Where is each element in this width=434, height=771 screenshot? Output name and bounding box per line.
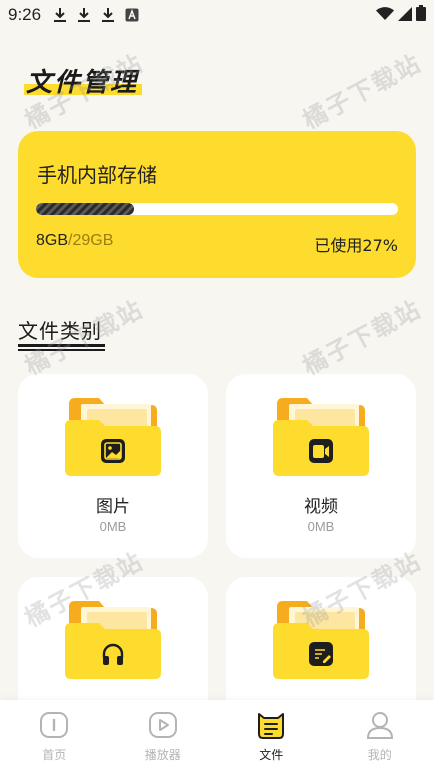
nav-item-player[interactable]: 播放器	[109, 700, 218, 771]
folder-icon	[273, 398, 369, 476]
heading-underline	[18, 349, 105, 351]
category-name: 视频	[304, 497, 338, 517]
download-icon	[53, 7, 67, 23]
storage-progress-fill	[36, 203, 134, 215]
download-icon	[77, 7, 91, 23]
status-time: 9:26	[8, 5, 42, 24]
nav-label: 我的	[367, 748, 392, 762]
document-edit-icon	[309, 642, 333, 666]
storage-progress-bar	[36, 203, 398, 215]
nav-label: 播放器	[144, 748, 181, 762]
play-icon	[148, 712, 177, 738]
storage-used: 8GB	[36, 232, 69, 249]
section-heading: 文件类别	[18, 315, 105, 351]
user-icon	[366, 712, 393, 739]
battery-icon	[416, 5, 426, 25]
home-icon	[40, 712, 69, 738]
storage-percent: 已使用27%	[314, 236, 398, 255]
category-card-videos[interactable]: 视频 0MB	[226, 374, 416, 558]
folder-icon	[65, 398, 161, 476]
storage-total: 29GB	[72, 232, 114, 249]
folder-icon	[65, 601, 161, 679]
status-bar: 9:26	[0, 0, 434, 30]
wifi-icon	[376, 6, 394, 25]
watermark: 橘子下载站	[298, 294, 427, 381]
nav-item-mine[interactable]: 我的	[326, 700, 434, 771]
storage-title: 手机内部存储	[37, 163, 157, 187]
section-title: 文件类别	[18, 319, 102, 343]
page-title-text: 文件管理	[26, 68, 139, 98]
heading-underline	[18, 344, 105, 347]
category-card-images[interactable]: 图片 0MB	[18, 374, 208, 558]
nav-label: 首页	[42, 748, 67, 762]
font-a-icon	[125, 8, 139, 22]
headphones-icon	[102, 643, 124, 665]
category-size: 0MB	[307, 519, 335, 534]
nav-item-files[interactable]: 文件	[217, 700, 326, 771]
internal-storage-card[interactable]: 手机内部存储 8GB/29GB 已使用27%	[18, 131, 416, 278]
image-icon	[101, 439, 125, 463]
nav-item-home[interactable]: 首页	[0, 700, 109, 771]
nav-label: 文件	[259, 748, 284, 762]
video-camera-icon	[309, 439, 333, 463]
file-icon	[258, 713, 285, 739]
bottom-navigation: 首页 播放器 文件 我的	[0, 700, 434, 771]
download-icon	[101, 7, 115, 23]
watermark: 橘子下载站	[298, 48, 427, 135]
category-size: 0MB	[99, 519, 127, 534]
storage-used-total: 8GB/29GB	[36, 232, 113, 250]
folder-icon	[273, 601, 369, 679]
category-name: 图片	[96, 497, 130, 517]
page-title: 文件管理	[24, 62, 144, 98]
signal-icon	[398, 6, 412, 25]
